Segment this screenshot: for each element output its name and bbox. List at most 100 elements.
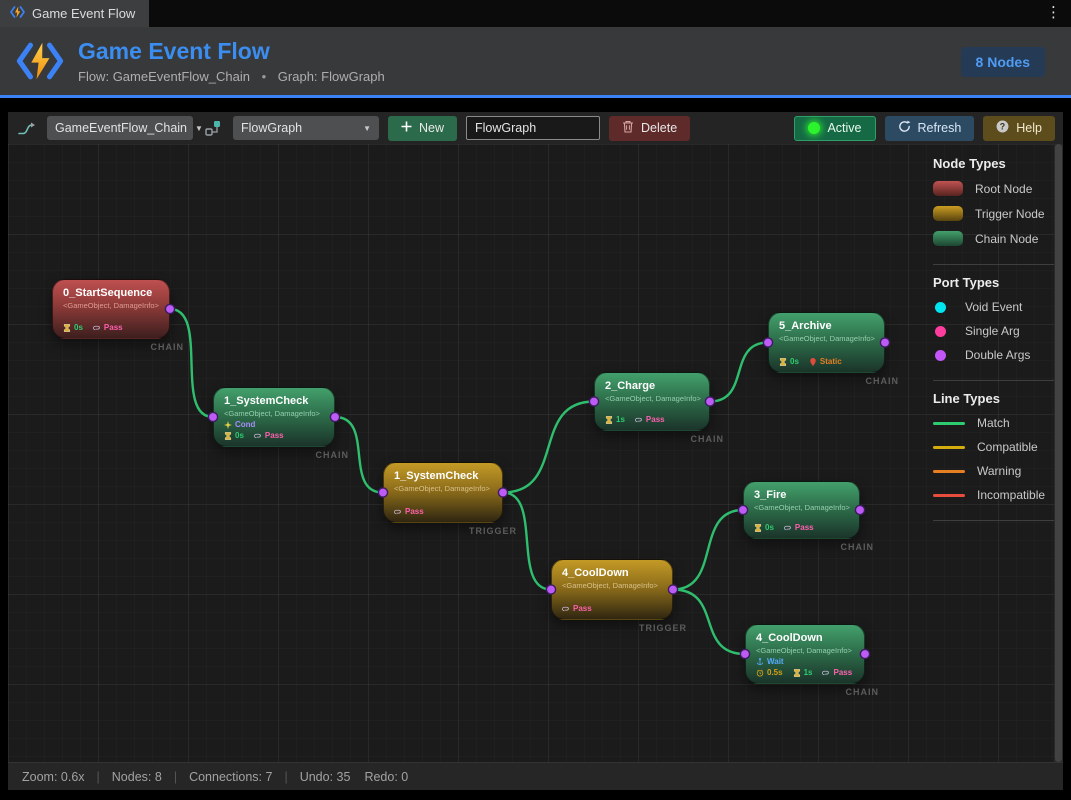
badge-label: Wait bbox=[767, 657, 784, 666]
legend-item-label: Warning bbox=[977, 464, 1021, 478]
status-bar: Zoom: 0.6x | Nodes: 8 | Connections: 7 |… bbox=[8, 762, 1063, 790]
node-title: 1_SystemCheck bbox=[394, 470, 492, 482]
pin-icon bbox=[809, 358, 817, 366]
legend-item-label: Double Args bbox=[965, 348, 1030, 362]
node-type-tag: CHAIN bbox=[768, 376, 899, 386]
status-redo: Redo: 0 bbox=[364, 770, 408, 784]
bullet-separator: • bbox=[262, 69, 267, 84]
line-swatch bbox=[933, 470, 965, 473]
port-swatch bbox=[935, 326, 946, 337]
node-type-tag: CHAIN bbox=[594, 434, 724, 444]
node-badge-pass: Pass bbox=[93, 323, 123, 332]
node-badge-static: Static bbox=[809, 357, 842, 366]
active-status-dot bbox=[808, 122, 820, 134]
legend-section: Port TypesVoid EventSingle ArgDouble Arg… bbox=[933, 275, 1063, 381]
graph-label: Graph: bbox=[278, 69, 318, 84]
graph-node-4_cooldown[interactable]: 4_CoolDown <GameObject, DamageInfo> Wait 0.… bbox=[745, 624, 865, 684]
legend-item-label: Void Event bbox=[965, 300, 1022, 314]
hourglass-icon bbox=[793, 669, 801, 677]
active-toggle[interactable]: Active bbox=[794, 116, 875, 141]
graph-canvas[interactable]: Node TypesRoot NodeTrigger NodeChain Nod… bbox=[8, 144, 1063, 762]
paperclip-icon bbox=[254, 432, 262, 440]
node-type-tag: CHAIN bbox=[743, 542, 874, 552]
flow-select[interactable]: GameEventFlow_Chain ▼ bbox=[47, 116, 193, 140]
badge-label: Pass bbox=[573, 604, 592, 613]
node-badge-0s: 0s bbox=[779, 357, 799, 366]
node-subtitle: <GameObject, DamageInfo> bbox=[394, 484, 492, 493]
legend-item-label: Match bbox=[977, 416, 1010, 430]
node-badge-pass: Pass bbox=[254, 431, 284, 440]
legend-item: Chain Node bbox=[933, 231, 1063, 246]
graph-name-input[interactable] bbox=[466, 116, 600, 140]
connection-line[interactable] bbox=[170, 309, 213, 417]
kebab-menu-icon[interactable]: ⋮ bbox=[1046, 4, 1061, 22]
legend-item-label: Incompatible bbox=[977, 488, 1045, 502]
connection-line[interactable] bbox=[673, 590, 745, 655]
node-swatch bbox=[933, 206, 963, 221]
node-type-tag: CHAIN bbox=[745, 687, 879, 697]
anchor-icon bbox=[756, 658, 764, 666]
node-subtitle: <GameObject, DamageInfo> bbox=[779, 334, 874, 343]
badge-label: 0.5s bbox=[767, 668, 783, 677]
help-button[interactable]: ? Help bbox=[983, 116, 1055, 141]
connection-line[interactable] bbox=[503, 402, 594, 493]
node-badge-pass: Pass bbox=[822, 668, 852, 677]
legend-item-label: Chain Node bbox=[975, 232, 1038, 246]
node-title: 0_StartSequence bbox=[63, 287, 159, 299]
node-subtitle: <GameObject, DamageInfo> bbox=[63, 301, 159, 310]
graph-select[interactable]: FlowGraph ▼ bbox=[233, 116, 379, 140]
legend-item: Double Args bbox=[933, 348, 1063, 362]
legend-item: Void Event bbox=[933, 300, 1063, 314]
hourglass-icon bbox=[224, 432, 232, 440]
status-nodes: Nodes: 8 bbox=[112, 770, 162, 784]
node-title: 4_CoolDown bbox=[756, 632, 854, 644]
node-subtitle: <GameObject, DamageInfo> bbox=[224, 409, 324, 418]
node-count-badge: 8 Nodes bbox=[961, 47, 1045, 77]
status-separator: | bbox=[174, 770, 177, 784]
badge-label: Pass bbox=[265, 431, 284, 440]
badge-label: Static bbox=[820, 357, 842, 366]
flow-label: Flow: bbox=[78, 69, 109, 84]
connection-line[interactable] bbox=[710, 343, 768, 402]
hourglass-icon bbox=[63, 324, 71, 332]
status-separator: | bbox=[97, 770, 100, 784]
legend-section: Line TypesMatchCompatibleWarningIncompat… bbox=[933, 391, 1063, 521]
active-label: Active bbox=[827, 121, 861, 135]
graph-node-0_startsequence[interactable]: 0_StartSequence<GameObject, DamageInfo>0… bbox=[52, 279, 170, 339]
scrollbar-thumb[interactable] bbox=[1055, 144, 1062, 762]
connection-line[interactable] bbox=[673, 510, 743, 590]
graph-node-1_systemcheck[interactable]: 1_SystemCheck<GameObject, DamageInfo>Pas… bbox=[383, 462, 503, 523]
delete-button[interactable]: Delete bbox=[609, 116, 690, 141]
window-tab[interactable]: Game Event Flow bbox=[0, 0, 149, 27]
node-title: 1_SystemCheck bbox=[224, 395, 324, 407]
legend-section-title: Port Types bbox=[933, 275, 1063, 290]
graph-node-3_fire[interactable]: 3_Fire<GameObject, DamageInfo>0sPass bbox=[743, 481, 860, 539]
page-title: Game Event Flow bbox=[78, 38, 385, 65]
canvas-vertical-scrollbar[interactable] bbox=[1054, 144, 1063, 762]
legend-section: Node TypesRoot NodeTrigger NodeChain Nod… bbox=[933, 156, 1063, 265]
graph-select-value: FlowGraph bbox=[241, 121, 302, 135]
graph-node-1_systemcheck[interactable]: 1_SystemCheck<GameObject, DamageInfo>Con… bbox=[213, 387, 335, 447]
connection-line[interactable] bbox=[503, 493, 551, 590]
graph-node-2_charge[interactable]: 2_Charge<GameObject, DamageInfo>1sPass bbox=[594, 372, 710, 431]
node-title: 5_Archive bbox=[779, 320, 874, 332]
new-button[interactable]: New bbox=[388, 116, 457, 141]
node-swatch bbox=[933, 181, 963, 196]
node-badge-pass: Pass bbox=[784, 523, 814, 532]
legend-panel: Node TypesRoot NodeTrigger NodeChain Nod… bbox=[933, 156, 1063, 531]
badge-label: 0s bbox=[790, 357, 799, 366]
node-badge-0.5s: 0.5s bbox=[756, 668, 783, 677]
node-subtitle: <GameObject, DamageInfo> bbox=[756, 646, 854, 655]
paperclip-icon bbox=[93, 324, 101, 332]
flow-name: GameEventFlow_Chain bbox=[113, 69, 250, 84]
refresh-button[interactable]: Refresh bbox=[885, 116, 975, 141]
badge-label: 1s bbox=[804, 668, 813, 677]
tab-title: Game Event Flow bbox=[32, 6, 135, 21]
legend-item-label: Root Node bbox=[975, 182, 1032, 196]
legend-item-label: Compatible bbox=[977, 440, 1038, 454]
legend-item: Compatible bbox=[933, 440, 1063, 454]
graph-node-5_archive[interactable]: 5_Archive <GameObject, DamageInfo> 0s Stati… bbox=[768, 312, 885, 373]
graph-link-icon bbox=[202, 117, 224, 139]
line-swatch bbox=[933, 446, 965, 449]
graph-node-4_cooldown[interactable]: 4_CoolDown<GameObject, DamageInfo>Pass bbox=[551, 559, 673, 620]
